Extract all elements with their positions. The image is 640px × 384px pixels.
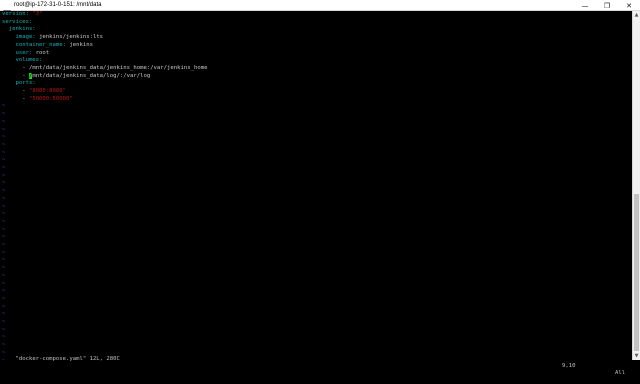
vertical-scrollbar[interactable]: ▲ ▼ [632,11,640,360]
empty-line-tilde: ~ [2,326,6,333]
cursor-position: 9,10 [562,363,576,369]
empty-line-tilde: ~ [2,311,6,318]
empty-line-tilde: ~ [2,334,6,341]
code-line: volumes: [2,57,43,64]
vim-status-line: "docker-compose.yaml" 12L, 280C 9,10 All [2,349,627,376]
window-title: root@ip-172-31-0-151: /mnt/data [14,1,102,8]
terminal-window: root@ip-172-31-0-151: /mnt/data — ❐ ✕ ve… [0,0,640,376]
empty-line-tilde: ~ [2,111,6,118]
empty-line-tilde: ~ [2,272,6,279]
vim-editor[interactable]: version: "3" services: jenkins: image: j… [0,11,632,360]
empty-line-tilde: ~ [2,319,6,325]
empty-line-tilde: ~ [2,165,6,171]
code-line: jenkins: [2,26,36,33]
empty-line-tilde: ~ [2,203,6,210]
maximize-button[interactable]: ❐ [596,0,618,11]
empty-line-tilde: ~ [2,226,6,233]
code-line: - "50000:50000" [2,95,73,102]
code-line: image: jenkins/jenkins:lts [2,34,104,41]
empty-line-tilde: ~ [2,280,6,287]
empty-line-tilde: ~ [2,242,6,248]
empty-line-tilde: ~ [2,211,6,218]
code-line: ports: [2,80,36,87]
empty-line-tilde: ~ [2,188,6,195]
empty-line-tilde: ~ [2,103,6,110]
empty-line-tilde: ~ [2,141,6,148]
empty-line-tilde: ~ [2,303,6,310]
empty-line-tilde: ~ [2,118,6,125]
scroll-up-icon[interactable]: ▲ [633,11,640,19]
empty-line-tilde: ~ [2,149,6,156]
code-line: user: root [2,49,50,56]
empty-line-tilde: ~ [2,218,6,225]
empty-line-tilde: ~ [2,134,6,141]
code-line: - "8080:8080" [2,88,66,94]
empty-line-tilde: ~ [2,249,6,256]
terminal-icon [3,2,11,17]
scroll-down-icon[interactable]: ▼ [633,352,640,360]
file-info: "docker-compose.yaml" 12L, 280C [15,356,120,362]
window-controls: — ❐ ✕ [574,0,640,11]
code-line: - /mnt/data/jenkins_data/log/:/var/log [2,72,151,79]
code-line: services: [2,18,33,25]
code-line: container_name: jenkins [2,41,93,48]
scroll-percent: All [615,370,626,376]
empty-line-tilde: ~ [2,126,6,133]
minimize-button[interactable]: — [574,0,596,11]
empty-line-tilde: ~ [2,172,6,179]
code-line: version: "3" [2,11,43,17]
empty-line-tilde: ~ [2,180,6,187]
empty-line-tilde: ~ [2,234,6,241]
empty-line-tilde: ~ [2,157,6,164]
empty-line-tilde: ~ [2,195,6,202]
empty-line-tilde: ~ [2,265,6,272]
scrollbar-thumb[interactable] [634,194,639,351]
empty-line-tilde: ~ [2,295,6,302]
code-line: - /mnt/data/jenkins_data/jenkins_home:/v… [2,64,208,71]
empty-line-tilde: ~ [2,288,6,295]
empty-line-tilde: ~ [2,257,6,264]
close-button[interactable]: ✕ [618,0,640,11]
title-bar[interactable]: root@ip-172-31-0-151: /mnt/data — ❐ ✕ [0,0,640,17]
